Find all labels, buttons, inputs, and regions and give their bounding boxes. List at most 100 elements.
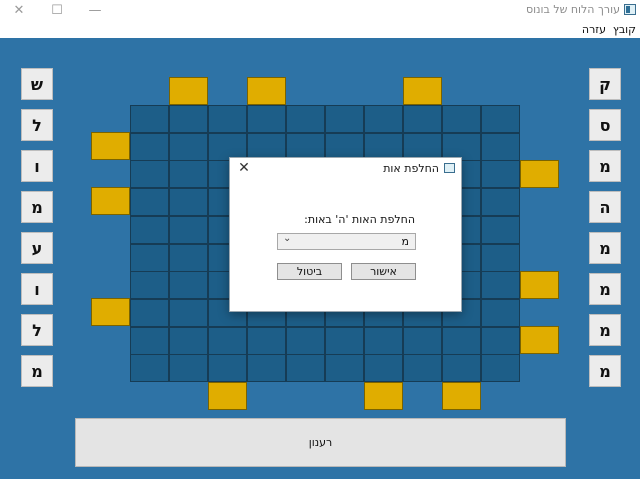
- letter-select[interactable]: מ ⌄: [277, 233, 416, 250]
- bonus-cell[interactable]: [91, 132, 130, 160]
- board-cell[interactable]: [208, 354, 247, 382]
- menu-bar: קובץ עזרה: [0, 21, 640, 38]
- board-cell[interactable]: [481, 354, 520, 382]
- menu-help[interactable]: עזרה: [582, 23, 606, 36]
- left-letter-button[interactable]: ל: [21, 314, 53, 346]
- board-cell[interactable]: [286, 105, 325, 133]
- board-cell[interactable]: [364, 327, 403, 355]
- title-bar: ✕ ☐ — עורך הלוח של בונוס: [0, 0, 640, 21]
- dialog-close-button[interactable]: ✕: [236, 160, 252, 176]
- bonus-cell[interactable]: [247, 77, 286, 105]
- board-cell[interactable]: [286, 327, 325, 355]
- menu-file[interactable]: קובץ: [613, 23, 636, 36]
- board-cell[interactable]: [481, 327, 520, 355]
- right-letter-button[interactable]: מ: [589, 355, 621, 387]
- minimize-window-button[interactable]: —: [76, 0, 114, 21]
- board-cell[interactable]: [325, 354, 364, 382]
- board-cell[interactable]: [325, 327, 364, 355]
- chevron-down-icon: ⌄: [283, 233, 292, 244]
- board-cell[interactable]: [442, 105, 481, 133]
- left-letter-button[interactable]: ש: [21, 68, 53, 100]
- right-letter-button[interactable]: מ: [589, 150, 621, 182]
- bonus-cell[interactable]: [442, 382, 481, 410]
- bonus-cell[interactable]: [520, 271, 559, 299]
- bonus-cell[interactable]: [91, 187, 130, 215]
- bonus-cell[interactable]: [208, 382, 247, 410]
- board-cell[interactable]: [130, 271, 169, 299]
- board-cell[interactable]: [130, 216, 169, 244]
- board-cell[interactable]: [169, 133, 208, 161]
- board-cell[interactable]: [364, 354, 403, 382]
- right-letter-button[interactable]: ה: [589, 191, 621, 223]
- board-cell[interactable]: [481, 105, 520, 133]
- left-letter-button[interactable]: ו: [21, 150, 53, 182]
- left-letter-button[interactable]: מ: [21, 355, 53, 387]
- app-icon: [624, 4, 636, 15]
- left-letter-button[interactable]: ל: [21, 109, 53, 141]
- ok-button[interactable]: אישור: [351, 263, 416, 280]
- bonus-cell[interactable]: [403, 77, 442, 105]
- refresh-label: רענון: [308, 436, 333, 449]
- cancel-button[interactable]: ביטול: [277, 263, 342, 280]
- replace-prompt: החלפת האות 'ה' באות:: [304, 213, 415, 226]
- board-cell[interactable]: [364, 105, 403, 133]
- close-window-button[interactable]: ✕: [0, 0, 38, 21]
- board-cell[interactable]: [169, 105, 208, 133]
- board-cell[interactable]: [442, 354, 481, 382]
- board-cell[interactable]: [481, 160, 520, 188]
- maximize-window-button[interactable]: ☐: [38, 0, 76, 21]
- board-cell[interactable]: [169, 354, 208, 382]
- board-cell[interactable]: [130, 244, 169, 272]
- board-cell[interactable]: [169, 299, 208, 327]
- dialog-app-icon: [444, 163, 455, 173]
- right-letter-button[interactable]: ס: [589, 109, 621, 141]
- board-cell[interactable]: [481, 271, 520, 299]
- refresh-button[interactable]: רענון: [75, 418, 566, 467]
- board-cell[interactable]: [130, 299, 169, 327]
- board-cell[interactable]: [481, 216, 520, 244]
- board-cell[interactable]: [403, 105, 442, 133]
- board-cell[interactable]: [247, 327, 286, 355]
- board-cell[interactable]: [169, 271, 208, 299]
- board-cell[interactable]: [403, 354, 442, 382]
- left-letter-button[interactable]: ו: [21, 273, 53, 305]
- letter-select-value: מ: [401, 235, 409, 248]
- board-cell[interactable]: [130, 105, 169, 133]
- board-cell[interactable]: [481, 188, 520, 216]
- board-cell[interactable]: [130, 327, 169, 355]
- board-cell[interactable]: [130, 354, 169, 382]
- board-cell[interactable]: [481, 299, 520, 327]
- board-cell[interactable]: [169, 216, 208, 244]
- bonus-cell[interactable]: [91, 298, 130, 326]
- board-cell[interactable]: [481, 133, 520, 161]
- board-cell[interactable]: [130, 160, 169, 188]
- board-cell[interactable]: [130, 133, 169, 161]
- right-letter-button[interactable]: מ: [589, 232, 621, 264]
- ok-label: אישור: [370, 265, 397, 278]
- dialog-title-bar: ✕ החלפת אות: [230, 158, 461, 180]
- board-cell[interactable]: [169, 244, 208, 272]
- board-cell[interactable]: [442, 327, 481, 355]
- board-cell[interactable]: [481, 244, 520, 272]
- dialog-title: החלפת אות: [383, 162, 439, 175]
- board-cell[interactable]: [208, 105, 247, 133]
- left-letter-button[interactable]: ע: [21, 232, 53, 264]
- board-cell[interactable]: [208, 327, 247, 355]
- bonus-cell[interactable]: [520, 160, 559, 188]
- board-cell[interactable]: [169, 188, 208, 216]
- bonus-cell[interactable]: [169, 77, 208, 105]
- board-cell[interactable]: [247, 105, 286, 133]
- bonus-cell[interactable]: [364, 382, 403, 410]
- board-cell[interactable]: [247, 354, 286, 382]
- bonus-cell[interactable]: [520, 326, 559, 354]
- left-letter-button[interactable]: מ: [21, 191, 53, 223]
- board-cell[interactable]: [325, 105, 364, 133]
- right-letter-button[interactable]: ק: [589, 68, 621, 100]
- board-cell[interactable]: [286, 354, 325, 382]
- right-letter-button[interactable]: מ: [589, 273, 621, 305]
- board-cell[interactable]: [130, 188, 169, 216]
- board-cell[interactable]: [169, 327, 208, 355]
- board-cell[interactable]: [169, 160, 208, 188]
- right-letter-button[interactable]: מ: [589, 314, 621, 346]
- board-cell[interactable]: [403, 327, 442, 355]
